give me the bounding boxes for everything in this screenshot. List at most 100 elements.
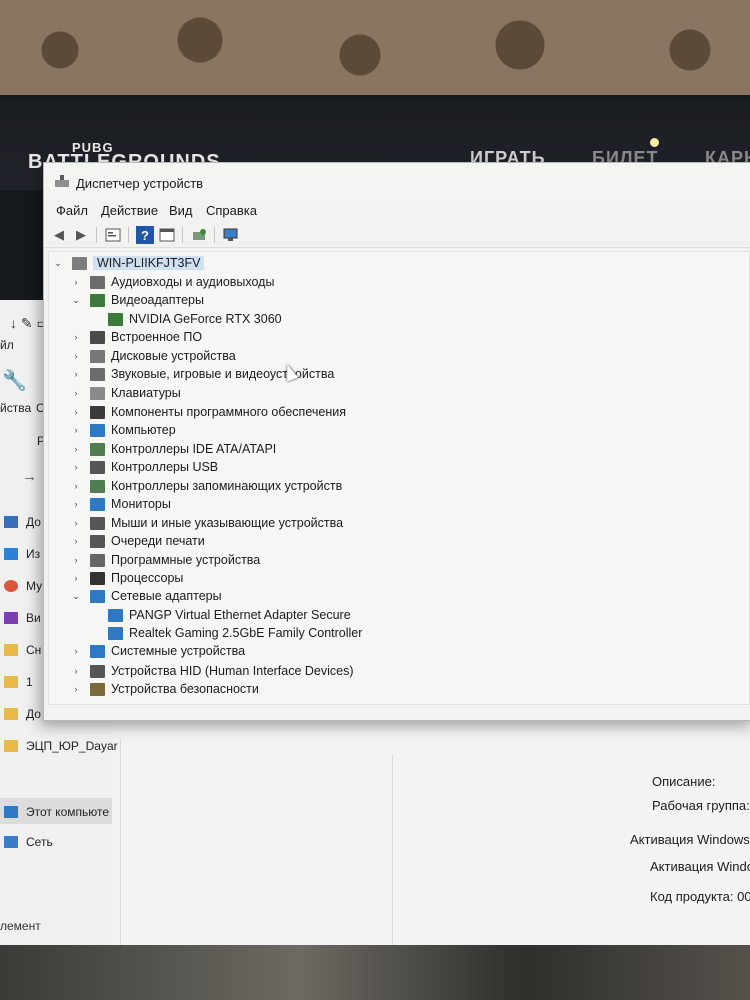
tree-category-label: Мониторы — [111, 497, 171, 511]
storage-controller-icon — [90, 479, 105, 493]
tree-category-label: Контроллеры запоминающих устройств — [111, 479, 343, 493]
chevron-right-icon[interactable]: › — [70, 666, 82, 676]
chevron-down-icon[interactable]: ⌄ — [70, 591, 82, 602]
tree-device-label: PANGP Virtual Ethernet Adapter Secure — [129, 608, 351, 622]
sidebar-item-documents[interactable]: До — [4, 515, 41, 529]
tree-category[interactable]: › Контроллеры IDE ATA/ATAPI — [70, 440, 277, 458]
chevron-right-icon[interactable]: › — [70, 462, 82, 472]
tree-category-label: Контроллеры USB — [111, 460, 219, 474]
chevron-down-icon[interactable]: ⌄ — [52, 258, 64, 269]
chevron-right-icon[interactable]: › — [70, 444, 82, 454]
tree-category[interactable]: › Дисковые устройства — [70, 347, 236, 365]
tree-category[interactable]: › Очереди печати — [70, 532, 205, 550]
tree-category[interactable]: › Компоненты программного обеспечения — [70, 403, 346, 421]
chevron-right-icon[interactable]: › — [70, 646, 82, 656]
system-device-icon — [90, 644, 105, 658]
tree-root[interactable]: ⌄ WIN-PLIIKFJT3FV — [52, 254, 205, 272]
sidebar-item-label: До — [26, 515, 41, 529]
security-device-icon — [90, 682, 105, 696]
sidebar-item-music[interactable]: Му — [4, 579, 42, 593]
tree-category-label: Процессоры — [111, 571, 184, 585]
tree-device[interactable]: NVIDIA GeForce RTX 3060 — [108, 310, 282, 328]
info-product-code: Код продукта: 00 — [650, 889, 750, 904]
chevron-right-icon[interactable]: › — [70, 369, 82, 379]
chevron-right-icon[interactable]: › — [70, 481, 82, 491]
folder-icon — [4, 740, 18, 752]
tree-category-label: Программные устройства — [111, 553, 261, 567]
tree-category[interactable]: › Встроенное ПО — [70, 328, 203, 346]
tree-category[interactable]: › Клавиатуры — [70, 384, 181, 402]
sidebar-item-this-pc[interactable]: Этот компьюте — [4, 805, 109, 819]
tree-category-label: Дисковые устройства — [111, 349, 236, 363]
menu-view[interactable]: Вид — [169, 203, 193, 218]
title-bar[interactable]: Диспетчер устройств — [44, 163, 750, 199]
chevron-right-icon[interactable]: › — [70, 407, 82, 417]
game-background-strip — [0, 945, 750, 1000]
chevron-right-icon[interactable]: › — [70, 536, 82, 546]
sidebar-item-label: 1 — [26, 675, 33, 689]
explorer-status-text: лемент — [0, 919, 41, 933]
music-icon — [4, 580, 18, 592]
chevron-right-icon[interactable]: › — [70, 555, 82, 565]
tree-category[interactable]: › Мониторы — [70, 495, 171, 513]
tree-category[interactable]: › Контроллеры запоминающих устройств — [70, 477, 343, 495]
sidebar-item-folder[interactable]: ЭЦП_ЮР_Dayar — [4, 739, 118, 753]
scan-hardware-icon[interactable] — [222, 226, 240, 244]
chevron-right-icon[interactable]: › — [70, 425, 82, 435]
properties-icon[interactable] — [104, 226, 122, 244]
usb-icon — [90, 460, 105, 474]
tree-category[interactable]: › Системные устройства — [70, 642, 246, 660]
window-title: Диспетчер устройств — [76, 176, 204, 191]
update-driver-icon[interactable] — [190, 226, 208, 244]
speaker-icon — [90, 367, 105, 381]
sidebar-item-label: Сеть — [26, 835, 53, 849]
sidebar-item-folder[interactable]: 1 — [4, 675, 33, 689]
tree-root-label: WIN-PLIIKFJT3FV — [93, 256, 205, 270]
chevron-right-icon[interactable]: › — [70, 684, 82, 694]
forward-arrow-icon[interactable]: ▶ — [72, 226, 90, 244]
network-adapter-icon — [108, 626, 123, 640]
chevron-right-icon[interactable]: › — [70, 351, 82, 361]
sidebar-item-folder[interactable]: До — [4, 707, 41, 721]
tree-device[interactable]: PANGP Virtual Ethernet Adapter Secure — [108, 606, 351, 624]
chevron-right-icon[interactable]: › — [70, 388, 82, 398]
help-icon[interactable]: ? — [136, 226, 154, 244]
chevron-right-icon[interactable]: › — [70, 518, 82, 528]
tree-category[interactable]: › Устройства HID (Human Interface Devices… — [70, 662, 354, 680]
notification-dot — [650, 138, 659, 147]
tree-category[interactable]: › Компьютер — [70, 421, 176, 439]
menu-action[interactable]: Действие — [101, 203, 158, 218]
network-adapter-icon — [90, 589, 105, 603]
tree-category[interactable]: ⌄ Видеоадаптеры — [70, 291, 204, 309]
tree-category[interactable]: › Процессоры — [70, 569, 184, 587]
tree-category[interactable]: › Программные устройства — [70, 551, 261, 569]
sidebar-item-videos[interactable]: Ви — [4, 611, 41, 625]
view-icon[interactable] — [158, 226, 176, 244]
network-adapter-icon — [108, 608, 123, 622]
tree-category[interactable]: › Мыши и иные указывающие устройства — [70, 514, 344, 532]
mouse-icon — [90, 516, 105, 530]
chevron-right-icon[interactable]: › — [70, 573, 82, 583]
chevron-right-icon[interactable]: › — [70, 332, 82, 342]
tree-category[interactable]: › Аудиовходы и аудиовыходы — [70, 273, 275, 291]
chevron-right-icon[interactable]: › — [70, 277, 82, 287]
sidebar-item-pictures[interactable]: Из — [4, 547, 40, 561]
tree-category[interactable]: › Устройства безопасности — [70, 680, 259, 698]
sidebar-item-label: Сн — [26, 643, 42, 657]
back-arrow-icon[interactable]: ◀ — [50, 226, 68, 244]
tree-device-label: Realtek Gaming 2.5GbE Family Controller — [129, 626, 363, 640]
tree-category[interactable]: ⌄ Сетевые адаптеры — [70, 587, 221, 605]
chevron-down-icon[interactable]: ⌄ — [70, 295, 82, 306]
menu-file[interactable]: Файл — [56, 203, 88, 218]
sidebar-item-folder[interactable]: Сн — [4, 643, 41, 657]
pictures-icon — [4, 548, 18, 560]
menu-help[interactable]: Справка — [206, 203, 257, 218]
tree-device[interactable]: Realtek Gaming 2.5GbE Family Controller — [108, 624, 362, 642]
tree-category[interactable]: › Контроллеры USB — [70, 458, 219, 476]
ribbon-fragment: йства — [0, 401, 32, 415]
forward-arrow-icon[interactable]: → — [22, 468, 37, 485]
toolbar-separator — [128, 227, 129, 243]
sidebar-item-network[interactable]: Сеть — [4, 835, 53, 849]
chevron-right-icon[interactable]: › — [70, 499, 82, 509]
speaker-icon — [90, 275, 105, 289]
